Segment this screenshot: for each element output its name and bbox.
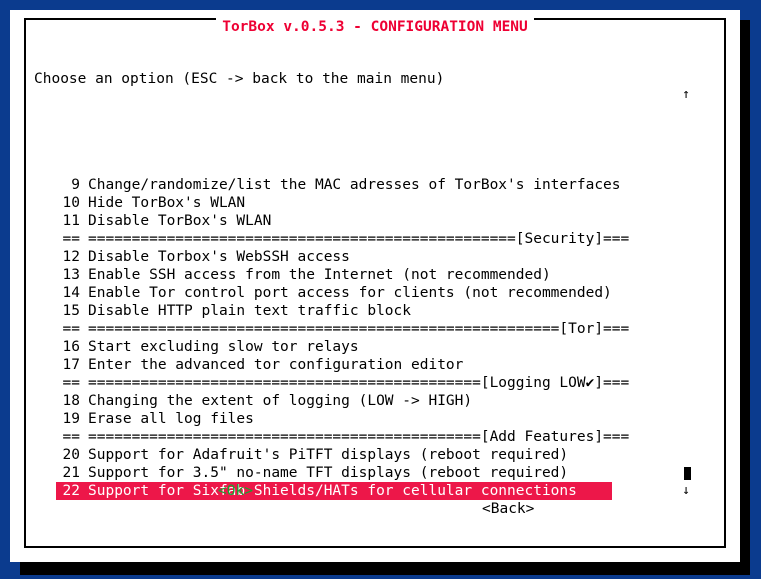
menu-item[interactable]: 14Enable Tor control port access for cli… [56, 284, 696, 302]
terminal-background: TorBox v.0.5.3 - CONFIGURATION MENU Choo… [0, 0, 761, 579]
menu-item[interactable]: 9Change/randomize/list the MAC adresses … [56, 176, 696, 194]
menu-item-label: Change/randomize/list the MAC adresses o… [80, 177, 621, 193]
ok-button[interactable]: <Ok> [218, 482, 253, 500]
menu-item-number: 14 [56, 284, 80, 302]
menu-item-label: Enable SSH access from the Internet (not… [80, 267, 551, 283]
menu-item-label: Start excluding slow tor relays [80, 339, 359, 355]
dialog-content: Choose an option (ESC -> back to the mai… [32, 34, 718, 540]
menu-item[interactable]: 11Disable TorBox's WLAN [56, 212, 696, 230]
menu-list[interactable]: ↑ ↓ 9Change/randomize/list the MAC adres… [56, 86, 696, 500]
menu-item-number: 15 [56, 302, 80, 320]
menu-item[interactable]: 19Erase all log files [56, 410, 696, 428]
menu-divider: ========================================… [56, 320, 696, 338]
menu-item-label: Changing the extent of logging (LOW -> H… [80, 393, 472, 409]
menu-item[interactable]: 17Enter the advanced tor configuration e… [56, 356, 696, 374]
divider-marker: == [56, 230, 80, 248]
menu-item-number: 12 [56, 248, 80, 266]
divider-label: ========================================… [80, 231, 629, 247]
menu-item-label: Disable HTTP plain text traffic block [80, 303, 411, 319]
menu-item-number: 10 [56, 194, 80, 212]
divider-marker: == [56, 374, 80, 392]
menu-item-number: 11 [56, 212, 80, 230]
menu-item-number: 17 [56, 356, 80, 374]
menu-item-number: 20 [56, 446, 80, 464]
menu-item-label: Disable TorBox's WLAN [80, 213, 271, 229]
menu-item[interactable]: 16Start excluding slow tor relays [56, 338, 696, 356]
menu-item-number: 13 [56, 266, 80, 284]
menu-item-number: 19 [56, 410, 80, 428]
menu-item[interactable]: 13Enable SSH access from the Internet (n… [56, 266, 696, 284]
menu-item-label: Erase all log files [80, 411, 254, 427]
menu-item-label: Disable Torbox's WebSSH access [80, 249, 350, 265]
menu-divider: ========================================… [56, 428, 696, 446]
button-bar: <Ok> <Back> [32, 464, 718, 536]
menu-divider: ========================================… [56, 230, 696, 248]
divider-label: ========================================… [80, 375, 629, 391]
divider-label: ========================================… [80, 429, 629, 445]
menu-item[interactable]: 15Disable HTTP plain text traffic block [56, 302, 696, 320]
menu-item[interactable]: 10Hide TorBox's WLAN [56, 194, 696, 212]
divider-label: ========================================… [80, 321, 629, 337]
menu-item[interactable]: 18Changing the extent of logging (LOW ->… [56, 392, 696, 410]
menu-item[interactable]: 20Support for Adafruit's PiTFT displays … [56, 446, 696, 464]
menu-item[interactable]: 12Disable Torbox's WebSSH access [56, 248, 696, 266]
menu-item-number: 16 [56, 338, 80, 356]
menu-item-label: Support for Adafruit's PiTFT displays (r… [80, 447, 568, 463]
scroll-up-icon[interactable]: ↑ [682, 86, 690, 104]
dialog-window: TorBox v.0.5.3 - CONFIGURATION MENU Choo… [10, 10, 740, 562]
dialog-border: TorBox v.0.5.3 - CONFIGURATION MENU Choo… [24, 18, 726, 548]
back-button[interactable]: <Back> [482, 500, 534, 518]
menu-item-number: 18 [56, 392, 80, 410]
menu-item-label: Hide TorBox's WLAN [80, 195, 245, 211]
menu-divider: ========================================… [56, 374, 696, 392]
divider-marker: == [56, 320, 80, 338]
menu-item-number: 9 [56, 176, 80, 194]
menu-item-label: Enable Tor control port access for clien… [80, 285, 612, 301]
menu-item-label: Enter the advanced tor configuration edi… [80, 357, 463, 373]
divider-marker: == [56, 428, 80, 446]
